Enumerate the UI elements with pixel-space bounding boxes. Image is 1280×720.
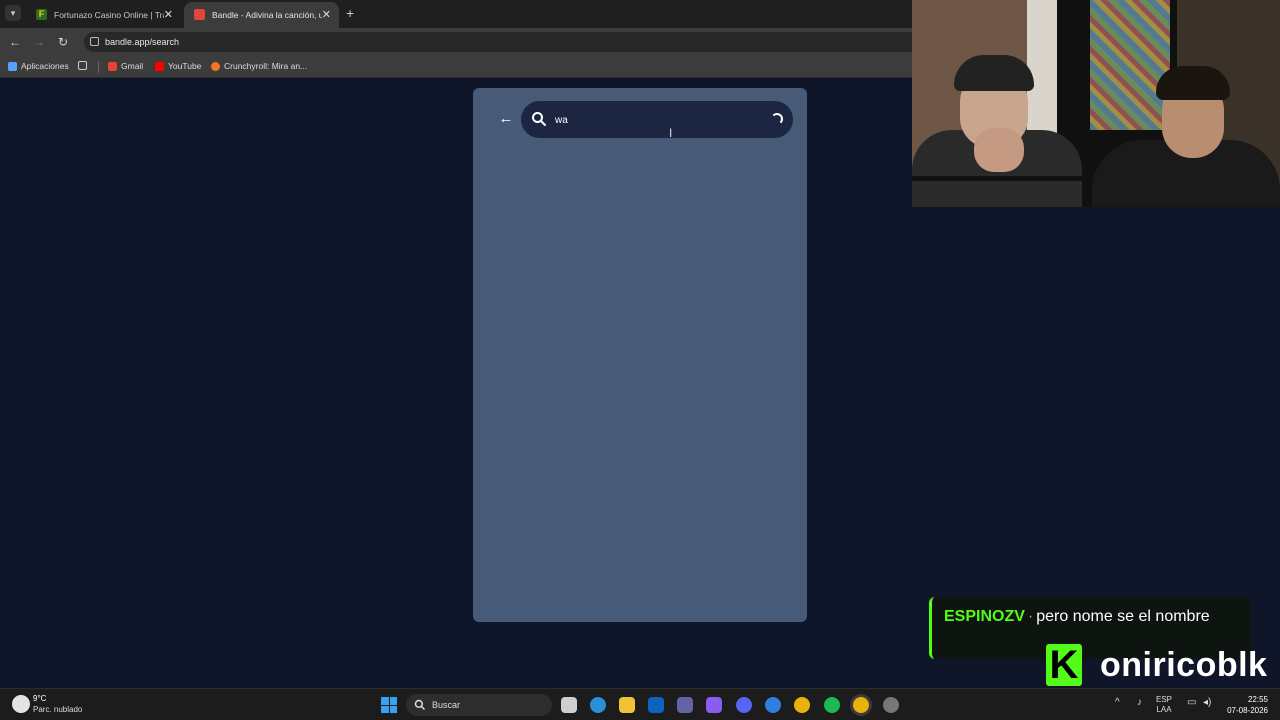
apps-grid-icon (8, 61, 17, 71)
copilot-icon[interactable] (706, 697, 722, 713)
grid-icon (78, 61, 87, 70)
chrome-active-icon[interactable] (853, 697, 869, 713)
tab-title: Bandle - Adivina la canción, un (212, 10, 322, 20)
close-tab-icon[interactable]: ✕ (322, 8, 331, 21)
bookmark-app-launcher[interactable] (78, 61, 87, 70)
gmail-icon (108, 61, 117, 71)
bookmark-crunchyroll[interactable]: Crunchyroll: Mira an... (211, 61, 307, 71)
system-clock[interactable]: 22:55 07-08-2026 (1222, 694, 1268, 716)
streamer-2-hair (1156, 66, 1230, 100)
channel-brand: K oniricoblk (1046, 643, 1267, 687)
youtube-icon (155, 61, 164, 71)
weather-temp[interactable]: 9°C (33, 694, 46, 703)
text-cursor-icon: I (669, 126, 673, 140)
clock-date: 07-08-2026 (1227, 706, 1268, 715)
tab-fortunazo[interactable]: F Fortunazo Casino Online | Tragamonedas… (26, 2, 181, 28)
address-text: bandle.app/search (105, 37, 180, 47)
search-panel: ← I (473, 88, 807, 622)
taskbar-search[interactable]: Buscar (406, 694, 552, 716)
chat-username: ESPINOZV (944, 608, 1025, 625)
bookmark-apps[interactable]: Aplicaciones (8, 61, 69, 71)
clock-time: 22:55 (1247, 695, 1268, 704)
teams-icon[interactable] (677, 697, 693, 713)
weather-cloud-icon[interactable] (12, 695, 30, 713)
channel-name-main: onirico (1100, 645, 1217, 684)
bookmark-label: Gmail (121, 61, 144, 71)
loading-spinner-icon (771, 113, 783, 125)
bookmark-gmail[interactable]: Gmail (108, 61, 143, 71)
microphone-icon[interactable]: ♪ (1137, 698, 1142, 708)
close-tab-icon[interactable]: ✕ (164, 8, 173, 21)
edge-icon[interactable] (590, 697, 606, 713)
microphone-arm (912, 176, 1092, 181)
bookmark-youtube[interactable]: YouTube (155, 61, 201, 71)
language-code: ESP (1156, 695, 1173, 704)
language-indicator[interactable]: ESP LAA (1156, 695, 1172, 715)
file-explorer-icon[interactable] (619, 697, 635, 713)
kick-logo-icon: K (1046, 644, 1082, 686)
chrome-icon[interactable] (794, 697, 810, 713)
webcam-stickers (1090, 0, 1170, 130)
weather-desc[interactable]: Parc. nublado (33, 705, 82, 714)
taskbar-search-label: Buscar (432, 700, 461, 710)
streamer-1-cap (954, 55, 1034, 91)
keyboard-layout: LAA (1156, 705, 1172, 714)
tab-search-menu-icon[interactable]: ▾ (5, 5, 21, 21)
channel-name: oniricoblk (1100, 646, 1267, 685)
new-tab-plus-icon[interactable]: + (346, 5, 354, 21)
tab-title: Fortunazo Casino Online | Tragamonedas (54, 10, 164, 20)
chat-text: pero nome se el nombre (1036, 608, 1210, 625)
site-info-icon[interactable] (90, 37, 99, 46)
spotify-icon[interactable] (824, 697, 840, 713)
back-arrow-icon[interactable]: ← (497, 110, 515, 128)
media-player-icon[interactable] (765, 697, 781, 713)
windows-taskbar: 9°C Parc. nublado Buscar ^ ♪ ESP LAA ▭ ◂… (0, 688, 1280, 720)
forward-arrow-icon[interactable]: → (30, 33, 48, 51)
bookmark-label: Crunchyroll: Mira an... (224, 61, 308, 71)
tab-bandle[interactable]: Bandle - Adivina la canción, un ✕ (184, 2, 339, 28)
chat-separator: · (1027, 608, 1034, 625)
network-icon[interactable]: ▭ (1187, 698, 1196, 708)
song-search-input[interactable] (555, 110, 755, 130)
song-search-bar[interactable]: I (521, 101, 793, 140)
streamer-1-hand (974, 128, 1024, 172)
task-view-icon[interactable] (561, 697, 577, 713)
bookmark-divider (98, 61, 99, 73)
bandle-favicon-icon (194, 9, 205, 20)
windows-start-icon[interactable] (381, 697, 397, 713)
tray-overflow-chevron-icon[interactable]: ^ (1115, 698, 1120, 708)
outlook-icon[interactable] (648, 697, 664, 713)
screen: ▾ F Fortunazo Casino Online | Tragamoned… (0, 0, 1280, 720)
back-arrow-icon[interactable]: ← (6, 33, 24, 51)
search-icon (532, 112, 546, 126)
reload-icon[interactable]: ↻ (54, 33, 72, 51)
volume-icon[interactable]: ◂) (1203, 698, 1211, 708)
webcam-overlay (912, 0, 1280, 207)
discord-icon[interactable] (736, 697, 752, 713)
bookmark-label: YouTube (168, 61, 202, 71)
channel-name-suffix: blk (1216, 645, 1268, 684)
fortunazo-favicon-icon: F (36, 9, 47, 20)
search-icon (414, 699, 426, 711)
bookmark-label: Aplicaciones (21, 61, 69, 71)
crunchyroll-icon (211, 61, 220, 71)
obs-icon[interactable] (883, 697, 899, 713)
